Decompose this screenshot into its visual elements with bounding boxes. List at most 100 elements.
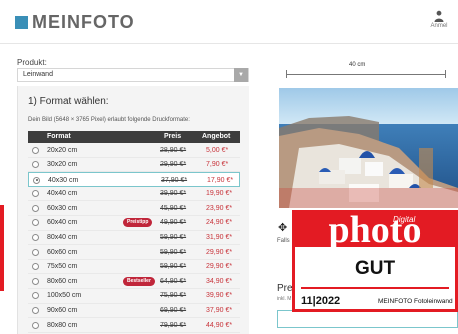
- award-date: 11|2022: [301, 295, 341, 307]
- format-offer-price: 23,90 €*: [206, 204, 233, 212]
- format-size: 20x20 cm: [47, 146, 78, 154]
- product-label: Produkt:: [17, 58, 47, 67]
- award-product: MEINFOTO Fotoleinwand: [378, 298, 453, 305]
- format-size: 60x40 cm: [47, 219, 78, 227]
- format-offer-price: 31,90 €*: [206, 234, 233, 242]
- format-size: 80x40 cm: [47, 234, 78, 242]
- logo-text: MEINFOTO: [32, 12, 135, 32]
- format-offer-price: 39,90 €*: [206, 292, 233, 300]
- format-size: 60x60 cm: [47, 248, 78, 256]
- format-radio[interactable]: [32, 204, 39, 212]
- format-radio[interactable]: [32, 307, 39, 315]
- format-row[interactable]: 20x20 cm 28,90 €* 5,00 €*: [28, 143, 240, 158]
- format-radio[interactable]: [32, 234, 39, 242]
- canvas-preview-image[interactable]: [279, 88, 458, 208]
- format-row[interactable]: 80x80 cm 79,90 €* 44,90 €*: [28, 318, 240, 333]
- width-dimension-line: [286, 70, 446, 78]
- format-radio[interactable]: [32, 277, 39, 285]
- price-subtext: inkl. M: [277, 296, 292, 302]
- format-row[interactable]: 60x30 cm 45,90 €* 23,90 €*: [28, 201, 240, 216]
- format-row[interactable]: 40x30 cm 37,90 €* 17,90 €*: [28, 172, 240, 187]
- format-size: 40x30 cm: [48, 176, 79, 184]
- account-link[interactable]: Anmel: [424, 10, 454, 29]
- format-offer-price: 5,00 €*: [206, 146, 229, 154]
- format-price: 28,90 €*: [160, 146, 187, 154]
- format-offer-price: 37,90 €*: [206, 307, 233, 315]
- format-rows: 20x20 cm 28,90 €* 5,00 €* 30x20 cm 29,90 €* 7…: [28, 143, 240, 333]
- move-icon[interactable]: ✥: [278, 221, 287, 234]
- format-price: 29,90 €*: [160, 161, 187, 169]
- award-divider: [301, 287, 449, 289]
- format-offer-price: 44,90 €*: [206, 321, 233, 329]
- format-hint: Dein Bild (5648 × 3765 Pixel) erlaubt fo…: [28, 117, 190, 123]
- logo-mark: [15, 16, 28, 29]
- format-price: 69,90 €*: [160, 307, 187, 315]
- format-radio[interactable]: [32, 321, 39, 329]
- site-header: MEINFOTO Anmel: [0, 0, 458, 44]
- format-offer-price: 34,90 €*: [206, 277, 233, 285]
- format-size: 90x60 cm: [47, 307, 78, 315]
- site-logo[interactable]: MEINFOTO: [15, 12, 135, 33]
- format-radio[interactable]: [33, 176, 40, 184]
- format-price: 49,90 €*: [160, 219, 187, 227]
- format-row[interactable]: 40x40 cm 39,90 €* 19,90 €*: [28, 186, 240, 202]
- format-size: 40x40 cm: [47, 190, 78, 198]
- format-row[interactable]: 60x40 cm Preistipp 49,90 €* 24,90 €*: [28, 215, 240, 231]
- format-price: 45,90 €*: [160, 204, 187, 212]
- format-offer-price: 29,90 €*: [206, 248, 233, 256]
- format-price: 59,90 €*: [160, 263, 187, 271]
- column-price: Preis: [164, 133, 182, 140]
- format-badge: Preistipp: [123, 218, 153, 228]
- format-radio[interactable]: [32, 190, 39, 198]
- chevron-down-icon[interactable]: ▼: [234, 68, 248, 82]
- award-magazine-banner: Digital photo: [295, 209, 455, 251]
- user-icon: [434, 10, 444, 22]
- format-row[interactable]: 60x60 cm 59,90 €* 29,90 €*: [28, 245, 240, 260]
- format-size: 80x80 cm: [47, 321, 78, 329]
- format-offer-price: 19,90 €*: [206, 190, 233, 198]
- format-price: 59,90 €*: [160, 234, 187, 242]
- format-radio[interactable]: [32, 292, 39, 300]
- format-price: 75,90 €*: [160, 292, 187, 300]
- format-size: 75x50 cm: [47, 263, 78, 271]
- format-size: 30x20 cm: [47, 161, 78, 169]
- format-badge: Bestseller: [123, 276, 155, 286]
- format-row[interactable]: 100x50 cm 75,90 €* 39,90 €*: [28, 288, 240, 304]
- account-label: Anmel: [430, 23, 448, 29]
- product-selected-value: Leinwand: [23, 71, 53, 78]
- format-row[interactable]: 80x60 cm Bestseller 64,90 €* 34,90 €*: [28, 274, 240, 289]
- format-price: 59,90 €*: [160, 248, 187, 256]
- format-radio[interactable]: [32, 161, 39, 169]
- format-size: 60x30 cm: [47, 204, 78, 212]
- format-price: 39,90 €*: [160, 190, 187, 198]
- price-heading: Pre: [277, 283, 293, 294]
- format-row[interactable]: 80x40 cm 59,90 €* 31,90 €*: [28, 230, 240, 246]
- format-price: 64,90 €*: [160, 277, 187, 285]
- format-row[interactable]: 30x20 cm 29,90 €* 7,90 €*: [28, 157, 240, 173]
- format-table: Format Preis Angebot 20x20 cm 28,90 €* 5,0…: [28, 131, 240, 333]
- product-select[interactable]: Leinwand ▼: [17, 68, 249, 82]
- format-heading: 1) Format wählen:: [28, 96, 109, 107]
- test-award-seal: Digital photo GUT 11|2022 MEINFOTO Fotol…: [292, 210, 458, 312]
- format-row[interactable]: 75x50 cm 59,90 €* 29,90 €*: [28, 259, 240, 275]
- award-magazine-name: photo: [328, 209, 422, 251]
- left-edge-red-strip: [0, 205, 4, 291]
- width-label: 40 cm: [349, 62, 366, 68]
- price-action-box[interactable]: [277, 310, 458, 328]
- format-radio[interactable]: [32, 219, 39, 227]
- award-grade: GUT: [354, 258, 396, 279]
- format-offer-price: 17,90 €*: [207, 176, 234, 184]
- format-offer-price: 24,90 €*: [206, 219, 233, 227]
- format-radio[interactable]: [32, 263, 39, 271]
- format-size: 80x60 cm: [47, 277, 78, 285]
- format-price: 37,90 €*: [161, 176, 188, 184]
- format-radio[interactable]: [32, 248, 39, 256]
- format-row[interactable]: 90x60 cm 69,90 €* 37,90 €*: [28, 303, 240, 319]
- move-hint: Falls: [277, 238, 290, 244]
- format-offer-price: 7,90 €*: [206, 161, 229, 169]
- format-radio[interactable]: [32, 146, 39, 154]
- format-size: 100x50 cm: [47, 292, 82, 300]
- format-panel: 1) Format wählen: Dein Bild (5648 × 3765…: [17, 86, 249, 334]
- format-offer-price: 29,90 €*: [206, 263, 233, 271]
- format-price: 79,90 €*: [160, 321, 187, 329]
